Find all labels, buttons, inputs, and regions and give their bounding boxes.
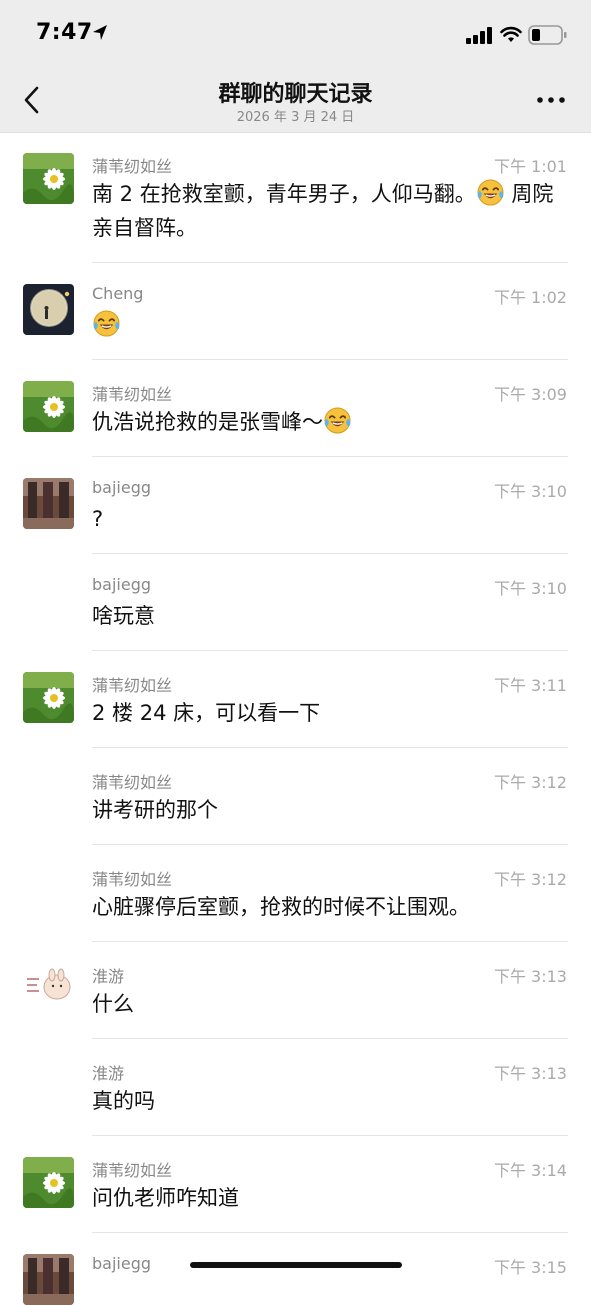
divider	[92, 359, 568, 360]
more-options-icon[interactable]	[532, 88, 572, 112]
laughing-crying-emoji-icon	[93, 310, 120, 337]
divider	[92, 941, 568, 942]
avatar[interactable]	[23, 1157, 74, 1208]
message-text: 2 楼 24 床，可以看一下	[92, 701, 321, 725]
message-text: 啥玩意	[92, 604, 155, 628]
divider	[92, 650, 568, 651]
message-text-part: 仇浩说抢救的是张雪峰～	[92, 410, 323, 434]
divider	[92, 844, 568, 845]
divider	[92, 1038, 568, 1039]
divider	[92, 747, 568, 748]
message-time: 下午 3:15	[493, 1258, 567, 1277]
sender-name: 蒲苇纫如丝	[92, 676, 173, 695]
message-time: 下午 3:14	[493, 1161, 567, 1180]
message-time: 下午 1:02	[493, 288, 567, 307]
divider	[92, 456, 568, 457]
message-text: 问仇老师咋知道	[92, 1186, 239, 1210]
divider	[92, 1135, 568, 1136]
home-indicator[interactable]	[190, 1262, 402, 1268]
divider	[92, 553, 568, 554]
avatar[interactable]	[23, 478, 74, 529]
avatar[interactable]	[23, 284, 74, 335]
message-time: 下午 3:13	[493, 1064, 567, 1083]
message-time: 下午 1:01	[493, 157, 567, 176]
sender-name: 蒲苇纫如丝	[92, 385, 173, 404]
message-text: 心脏骤停后室颤，抢救的时候不让围观。	[92, 895, 470, 919]
sender-name: bajiegg	[92, 1254, 152, 1273]
laughing-crying-emoji-icon	[477, 179, 504, 206]
status-time: 7:47	[36, 20, 93, 45]
page-title: 群聊的聊天记录	[218, 82, 373, 107]
status-bar: 7:47	[0, 0, 591, 66]
sender-name: 淮游	[92, 1064, 125, 1083]
sender-name: Cheng	[92, 284, 144, 303]
sender-name: 蒲苇纫如丝	[92, 1161, 173, 1180]
laughing-crying-emoji-icon	[324, 407, 351, 434]
message-time: 下午 3:13	[493, 967, 567, 986]
message-time: 下午 3:12	[493, 773, 567, 792]
sender-name: 蒲苇纫如丝	[92, 773, 173, 792]
location-arrow-icon	[93, 25, 107, 40]
message-text	[92, 308, 569, 342]
message-time: 下午 3:11	[493, 676, 567, 695]
avatar[interactable]	[23, 381, 74, 432]
sender-name: 淮游	[92, 967, 125, 986]
message-time: 下午 3:09	[493, 385, 567, 404]
nav-bar: 群聊的聊天记录 2026 年 3 月 24 日	[0, 66, 591, 133]
sender-name: bajiegg	[92, 575, 152, 594]
battery-icon	[528, 25, 567, 45]
page-subtitle-date: 2026 年 3 月 24 日	[236, 110, 355, 125]
wifi-icon	[500, 26, 522, 42]
divider	[92, 262, 568, 263]
message-text: 南 2 在抢救室颤，青年男子，人仰马翻。 周院亲自督阵。	[92, 177, 569, 245]
message-text-part: 南 2 在抢救室颤，青年男子，人仰马翻。	[92, 182, 476, 206]
message-text: ?	[92, 507, 104, 531]
message-text: 讲考研的那个	[92, 798, 218, 822]
message-text: 什么	[92, 992, 134, 1016]
avatar[interactable]	[23, 672, 74, 723]
sender-name: 蒲苇纫如丝	[92, 157, 173, 176]
cellular-signal-icon	[466, 27, 492, 44]
divider	[92, 1232, 568, 1233]
message-text: 仇浩说抢救的是张雪峰～	[92, 405, 569, 439]
message-text: 真的吗	[92, 1089, 155, 1113]
sender-name: bajiegg	[92, 478, 152, 497]
avatar[interactable]	[23, 153, 74, 204]
avatar[interactable]	[23, 963, 74, 1014]
message-time: 下午 3:10	[493, 482, 567, 501]
message-time: 下午 3:10	[493, 579, 567, 598]
message-time: 下午 3:12	[493, 870, 567, 889]
sender-name: 蒲苇纫如丝	[92, 870, 173, 889]
